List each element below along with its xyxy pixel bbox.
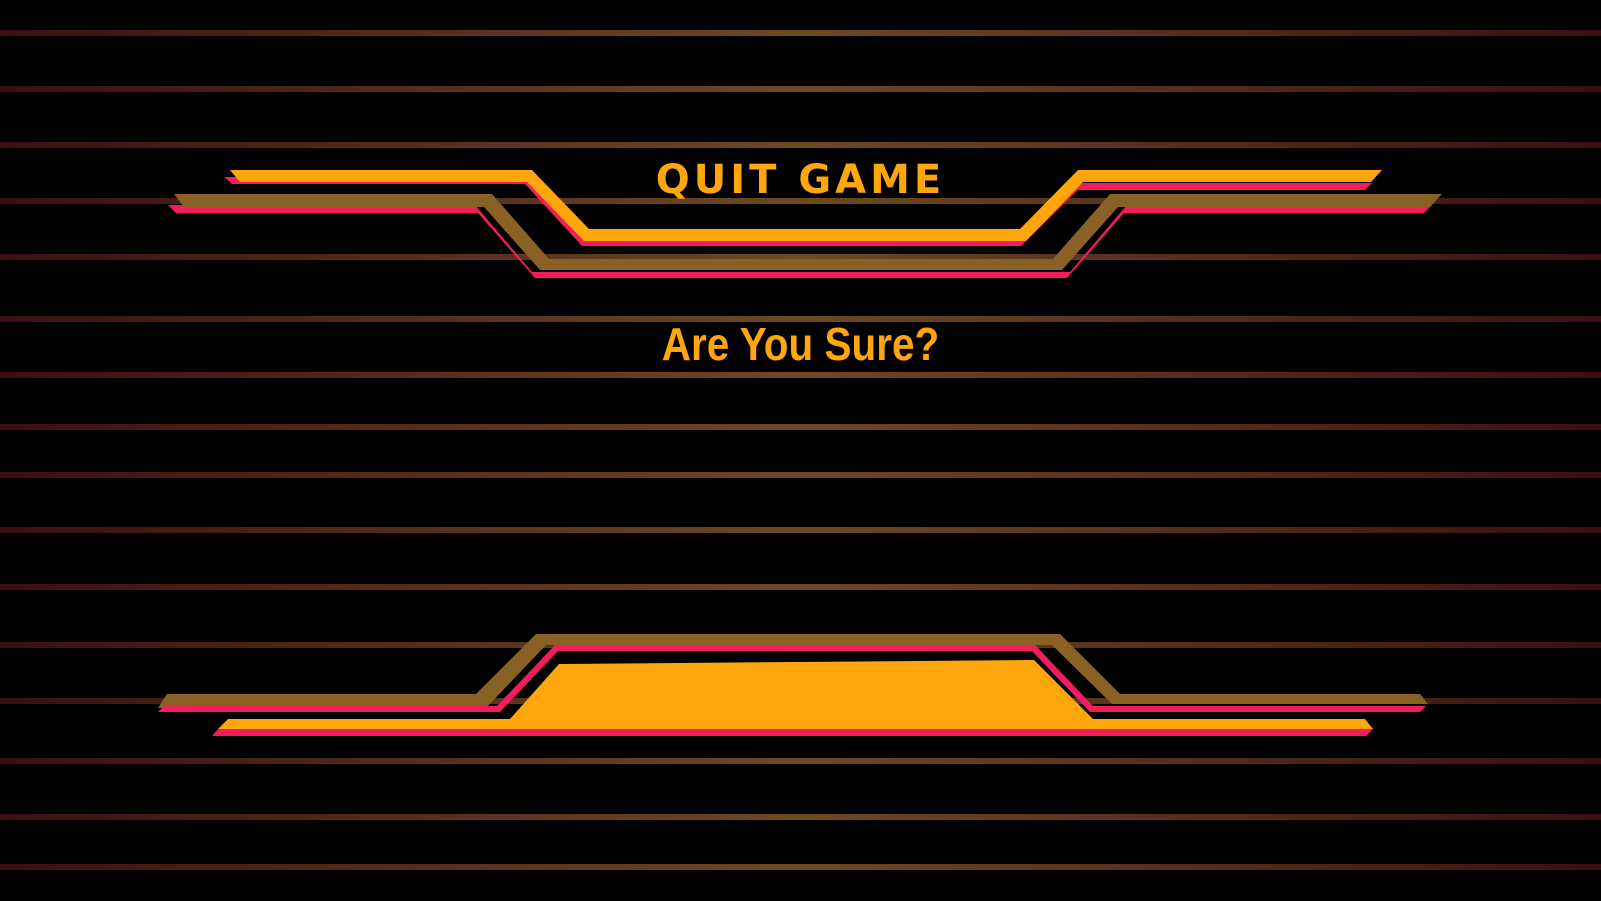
stripe-line: [0, 30, 1601, 36]
confirm-prompt: Are You Sure?: [661, 318, 940, 370]
stripe-line: [0, 86, 1601, 92]
confirm-button-plate[interactable]: [502, 660, 1097, 728]
stripe-line: [0, 472, 1601, 478]
stripe-line: [0, 864, 1601, 870]
stripe-line: [0, 584, 1601, 590]
stripe-line: [0, 527, 1601, 533]
quit-dialog-screen: QUIT GAME Are You Sure?: [0, 0, 1601, 901]
stripe-line: [0, 372, 1601, 378]
stripe-line: [0, 758, 1601, 764]
background-stripes: [0, 30, 1601, 870]
stripe-line: [0, 142, 1601, 148]
dialog-title: QUIT GAME: [655, 157, 946, 203]
confirm-quit-button[interactable]: [502, 660, 1097, 728]
frame-bottom-pink-lower: [212, 729, 1373, 736]
stripe-line: [0, 814, 1601, 820]
stripe-line: [0, 424, 1601, 430]
